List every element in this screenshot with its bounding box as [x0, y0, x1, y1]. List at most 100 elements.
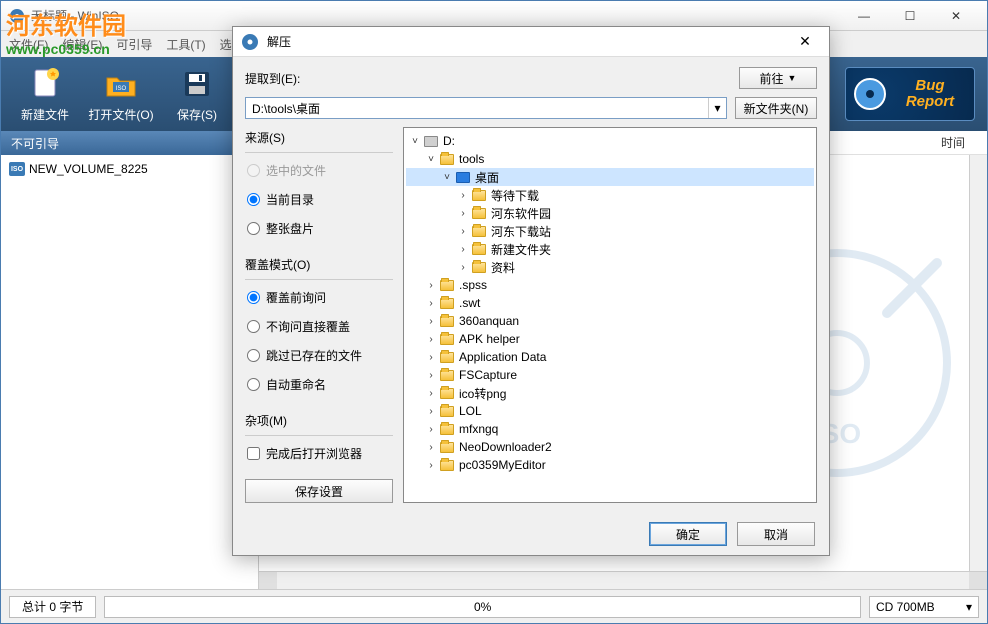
svg-text:ISO: ISO	[116, 86, 127, 92]
overwrite-ask-radio[interactable]: 覆盖前询问	[245, 286, 393, 309]
tree-item[interactable]: ›河东下载站	[406, 222, 814, 240]
close-button[interactable]: ✕	[933, 2, 979, 30]
tree-tools[interactable]: ˅ tools	[406, 150, 814, 168]
sidebar: 不可引导 ISO NEW_VOLUME_8225	[1, 131, 259, 589]
expand-icon[interactable]: ›	[456, 190, 470, 201]
save-settings-button[interactable]: 保存设置	[245, 479, 393, 503]
tree-item[interactable]: ›ico转png	[406, 384, 814, 402]
folder-icon	[438, 332, 456, 346]
tree-item[interactable]: ›APK helper	[406, 330, 814, 348]
expand-icon[interactable]: ›	[456, 262, 470, 273]
tree-item[interactable]: ›河东软件园	[406, 204, 814, 222]
save-button[interactable]: 保存(S)	[159, 61, 235, 127]
tree-item[interactable]: ›等待下载	[406, 186, 814, 204]
folder-tree[interactable]: ˅ D: ˅ tools ˅ 桌面 ›等待下载 ›河东软件园 ›河东下载站 ›新	[403, 127, 817, 503]
folder-icon	[470, 260, 488, 274]
new-folder-button[interactable]: 新文件夹(N)	[735, 97, 817, 119]
minimize-button[interactable]: —	[841, 2, 887, 30]
expand-icon[interactable]: ›	[424, 298, 438, 309]
folder-icon	[438, 278, 456, 292]
expand-icon[interactable]: ›	[424, 280, 438, 291]
tree-desktop[interactable]: ˅ 桌面	[406, 168, 814, 186]
tree-item[interactable]: ›360anquan	[406, 312, 814, 330]
tree-item[interactable]: ›.swt	[406, 294, 814, 312]
tree-item[interactable]: ›新建文件夹	[406, 240, 814, 258]
tree-item[interactable]: ›.spss	[406, 276, 814, 294]
extract-icon	[241, 33, 259, 51]
expand-icon[interactable]: ›	[456, 244, 470, 255]
menu-edit[interactable]: 编辑(E)	[62, 36, 102, 53]
folder-icon	[438, 152, 456, 166]
open-browser-checkbox[interactable]: 完成后打开浏览器	[245, 442, 393, 465]
tree-item[interactable]: ›NeoDownloader2	[406, 438, 814, 456]
new-file-button[interactable]: 新建文件	[7, 61, 83, 127]
status-total: 总计 0 字节	[9, 596, 96, 618]
expand-icon[interactable]: ›	[424, 460, 438, 471]
tree-drive-d[interactable]: ˅ D:	[406, 132, 814, 150]
horizontal-scrollbar[interactable]	[259, 571, 987, 589]
dialog-body: 提取到(E): 前往 ▼ ▾ 新文件夹(N) 来源(S) 选中的文件	[233, 57, 829, 513]
expand-icon[interactable]: ˅	[424, 154, 438, 165]
cancel-button[interactable]: 取消	[737, 522, 815, 546]
path-combobox[interactable]: ▾	[245, 97, 727, 119]
source-whole-disc-radio[interactable]: 整张盘片	[245, 217, 393, 240]
source-group-label: 来源(S)	[245, 129, 393, 146]
expand-icon[interactable]: ›	[424, 334, 438, 345]
expand-icon[interactable]: ›	[424, 424, 438, 435]
overwrite-auto-rename-radio[interactable]: 自动重命名	[245, 373, 393, 396]
tree-item[interactable]: ›资料	[406, 258, 814, 276]
goto-button[interactable]: 前往 ▼	[739, 67, 817, 89]
folder-icon	[438, 404, 456, 418]
dialog-close-button[interactable]: ✕	[789, 29, 821, 55]
combo-dropdown-button[interactable]: ▾	[708, 98, 726, 118]
overwrite-skip-radio[interactable]: 跳过已存在的文件	[245, 344, 393, 367]
open-file-icon: ISO	[103, 66, 139, 102]
path-input[interactable]	[246, 101, 708, 115]
app-icon	[9, 8, 25, 24]
expand-icon[interactable]: ›	[424, 316, 438, 327]
tree-item[interactable]: ›pc0359MyEditor	[406, 456, 814, 474]
save-icon	[179, 66, 215, 102]
sidebar-tree[interactable]: ISO NEW_VOLUME_8225	[1, 155, 258, 589]
source-current-dir-radio[interactable]: 当前目录	[245, 188, 393, 211]
tree-item[interactable]: ›LOL	[406, 402, 814, 420]
iso-icon: ISO	[9, 162, 25, 176]
menu-bootable[interactable]: 可引导	[116, 36, 152, 53]
expand-icon[interactable]: ›	[424, 406, 438, 417]
tree-item[interactable]: ›mfxngq	[406, 420, 814, 438]
bug-report-button[interactable]: BugReport	[845, 67, 975, 121]
ok-button[interactable]: 确定	[649, 522, 727, 546]
menu-tools[interactable]: 工具(T)	[166, 36, 205, 53]
folder-icon	[470, 224, 488, 238]
bug-report-label: BugReport	[906, 78, 954, 111]
sidebar-header: 不可引导	[1, 131, 258, 155]
folder-icon	[438, 422, 456, 436]
volume-label: NEW_VOLUME_8225	[29, 162, 148, 176]
folder-icon	[438, 314, 456, 328]
source-selected-files-radio[interactable]: 选中的文件	[245, 159, 393, 182]
volume-node[interactable]: ISO NEW_VOLUME_8225	[5, 159, 254, 179]
expand-icon[interactable]: ›	[456, 208, 470, 219]
open-file-button[interactable]: ISO 打开文件(O)	[83, 61, 159, 127]
media-type-dropdown[interactable]: CD 700MB ▾	[869, 596, 979, 618]
column-time[interactable]: 时间	[929, 134, 977, 151]
extract-dialog: 解压 ✕ 提取到(E): 前往 ▼ ▾ 新文件夹(N) 来源(S)	[232, 26, 830, 556]
folder-icon	[470, 242, 488, 256]
menu-file[interactable]: 文件(F)	[9, 36, 48, 53]
tree-item[interactable]: ›Application Data	[406, 348, 814, 366]
expand-icon[interactable]: ›	[424, 442, 438, 453]
expand-icon[interactable]: ˅	[440, 172, 454, 183]
maximize-button[interactable]: ☐	[887, 2, 933, 30]
expand-icon[interactable]: ˅	[408, 136, 422, 147]
new-file-label: 新建文件	[21, 106, 69, 123]
vertical-scrollbar[interactable]	[969, 155, 987, 571]
expand-icon[interactable]: ›	[424, 370, 438, 381]
drive-icon	[422, 134, 440, 148]
expand-icon[interactable]: ›	[424, 388, 438, 399]
expand-icon[interactable]: ›	[456, 226, 470, 237]
expand-icon[interactable]: ›	[424, 352, 438, 363]
folder-icon	[438, 440, 456, 454]
overwrite-no-ask-radio[interactable]: 不询问直接覆盖	[245, 315, 393, 338]
tree-item[interactable]: ›FSCapture	[406, 366, 814, 384]
folder-selected-icon	[454, 170, 472, 184]
